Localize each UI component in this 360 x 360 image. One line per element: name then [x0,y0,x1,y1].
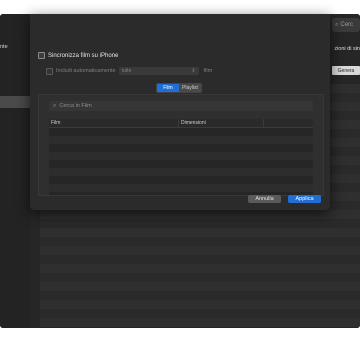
table-row [49,176,313,184]
search-icon: ⌕ [335,21,339,28]
right-panel-button[interactable]: Genera [332,66,360,75]
table-row [49,144,313,152]
auto-include-label: Includi automaticamente [56,68,116,74]
tab-playlist[interactable]: Playlist [179,84,201,92]
table-row [49,136,313,144]
list-row [40,273,360,282]
view-segmented-control: Film Playlist [156,83,202,93]
list-row [40,264,360,273]
column-header-size[interactable]: Dimensioni [179,119,264,127]
column-header-extra[interactable] [264,119,313,127]
toolbar-search-input[interactable]: ⌕ Cerc [332,18,360,32]
list-row [40,291,360,300]
list-row [40,300,360,309]
list-row [40,210,360,219]
film-table: Film Dimensioni [49,119,313,195]
auto-include-value: tutte [121,68,132,74]
table-row [49,168,313,176]
list-row [40,237,360,246]
auto-include-unit: film [203,68,213,74]
sync-checkbox[interactable] [38,52,45,59]
content-panel: ⌕ Cerca in Film Film Dimensioni [38,94,324,196]
cancel-button[interactable]: Annulla [248,195,281,203]
table-row [49,184,313,192]
table-row [49,160,313,168]
table-row [49,152,313,160]
sidebar-selected-item[interactable] [0,96,30,108]
list-row [40,219,360,228]
film-search-placeholder: Cerca in Film [59,103,92,109]
column-header-film[interactable]: Film [49,119,179,127]
right-panel-header: zioni di sin [334,46,360,52]
sync-sheet-dialog: Sincronizza film su iPhone Includi autom… [30,14,330,210]
film-search-input[interactable]: ⌕ Cerca in Film [49,101,313,111]
table-row [49,128,313,136]
table-header: Film Dimensioni [49,119,313,128]
list-row [40,318,360,327]
search-icon: ⌕ [53,102,57,109]
auto-include-row: Includi automaticamente tutte ⇕ film [46,67,212,75]
auto-include-checkbox[interactable] [46,67,53,75]
list-row [40,282,360,291]
list-row [40,255,360,264]
sidebar-item-label[interactable]: nte [0,44,8,50]
sync-label: Sincronizza film su iPhone [48,52,119,59]
toolbar-search-placeholder: Cerc [340,22,354,28]
sidebar: nte [0,14,31,328]
chevron-updown-icon: ⇕ [191,68,196,74]
apply-button[interactable]: Applica [288,195,321,203]
list-row [40,246,360,255]
auto-include-popup[interactable]: tutte ⇕ [118,67,199,75]
sync-option-row: Sincronizza film su iPhone [38,52,118,59]
tab-film[interactable]: Film [157,84,179,92]
list-row [40,228,360,237]
list-row [40,309,360,318]
